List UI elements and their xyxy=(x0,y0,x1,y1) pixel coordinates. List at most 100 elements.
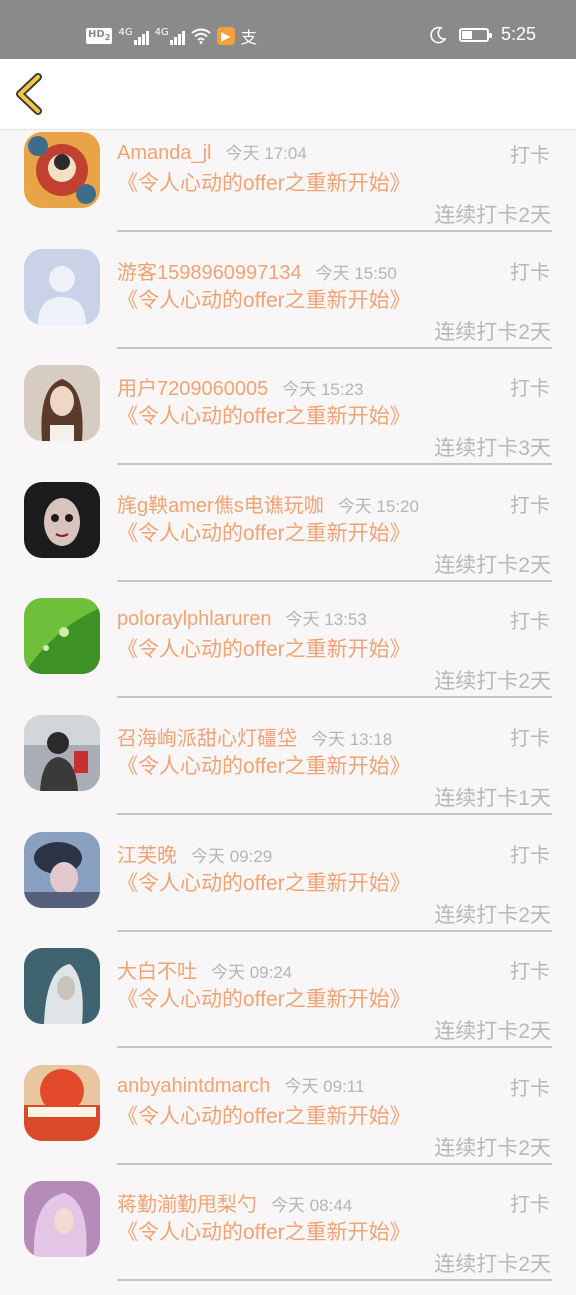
back-button[interactable] xyxy=(12,73,48,115)
checkin-time: 今天 15:23 xyxy=(282,380,364,400)
pay-icon: 支 xyxy=(240,28,257,47)
avatar xyxy=(24,1064,100,1141)
avatar xyxy=(24,481,100,558)
checkin-time: 今天 08:44 xyxy=(271,1196,353,1216)
checkin-label: 打卡 xyxy=(510,494,550,517)
list-item[interactable]: Amanda_jl 今天 17:04 打卡 《令人心动的offer之重新开始》 连… xyxy=(0,129,576,246)
status-right: 5:25 xyxy=(429,24,536,45)
checkin-time: 今天 15:20 xyxy=(337,496,419,516)
checkin-label: 打卡 xyxy=(510,145,550,167)
signal-icon-1: 4G xyxy=(118,27,149,45)
streak-text: 连续打卡2天 xyxy=(434,204,551,227)
divider xyxy=(117,230,552,232)
checkin-list: Amanda_jl 今天 17:04 打卡 《令人心动的offer之重新开始》 连… xyxy=(0,129,576,1295)
list-item[interactable]: 召海峋派甜心灯礓垈 今天 13:18 打卡 《令人心动的offer之重新开始》 连… xyxy=(0,712,576,829)
user-name: 游客1598960997134 今天 15:50 xyxy=(117,256,397,285)
list-item[interactable]: anbyahintdmarch 今天 09:11 打卡 《令人心动的offer之重… xyxy=(0,1062,576,1179)
checkin-label: 打卡 xyxy=(510,1077,550,1100)
checkin-label: 打卡 xyxy=(510,961,550,984)
play-app-icon: ▶ xyxy=(216,27,235,45)
hd-label: HD xyxy=(88,29,105,40)
streak-text: 连续打卡1天 xyxy=(434,786,551,810)
user-name: 召海峋派甜心灯礓垈 今天 13:18 xyxy=(117,722,392,751)
user-name-text: poloraylphlaruren xyxy=(117,608,272,631)
course-title: 《令人心动的offer之重新开始》 xyxy=(117,638,411,662)
divider xyxy=(117,812,552,815)
checkin-time: 今天 13:18 xyxy=(311,729,393,749)
course-title: 《令人心动的offer之重新开始》 xyxy=(117,288,411,312)
avatar xyxy=(24,132,100,208)
user-name: Amanda_jl 今天 17:04 xyxy=(117,139,307,165)
hd-badge: HD2 xyxy=(86,28,113,44)
user-name-text: 江芙晚 xyxy=(117,844,177,867)
list-item[interactable]: 旄g鞅amer僬s电谯玩咖 今天 15:20 打卡 《令人心动的offer之重新开… xyxy=(0,479,576,596)
user-name-text: 蒋勤湔勤甩梨勺 xyxy=(117,1194,257,1217)
user-name-text: 用户7209060005 xyxy=(117,378,269,401)
checkin-time: 今天 09:24 xyxy=(211,963,293,983)
avatar xyxy=(24,948,100,1025)
streak-text: 连续打卡2天 xyxy=(434,553,551,577)
user-name-text: 旄g鞅amer僬s电谯玩咖 xyxy=(117,494,324,517)
user-name: anbyahintdmarch 今天 09:11 xyxy=(117,1072,364,1098)
avatar xyxy=(24,831,100,908)
status-bar: HD2 4G 4G ▶ 支 5:25 xyxy=(0,0,576,59)
chevron-left-icon xyxy=(16,73,42,115)
user-name: 旄g鞅amer僬s电谯玩咖 今天 15:20 xyxy=(117,489,419,518)
user-name-text: Amanda_jl xyxy=(117,142,212,164)
list-item[interactable]: 大白不吐 今天 09:24 打卡 《令人心动的offer之重新开始》 连续打卡2天 xyxy=(0,945,576,1062)
list-item[interactable]: poloraylphlaruren 今天 13:53 打卡 《令人心动的offer… xyxy=(0,595,576,712)
divider xyxy=(117,1162,552,1165)
user-name-text: 召海峋派甜心灯礓垈 xyxy=(117,727,297,750)
course-title: 《令人心动的offer之重新开始》 xyxy=(117,1104,411,1128)
course-title: 《令人心动的offer之重新开始》 xyxy=(117,405,411,429)
moon-icon xyxy=(430,26,447,43)
checkin-label: 打卡 xyxy=(510,1194,550,1217)
checkin-label: 打卡 xyxy=(510,611,550,634)
signal-2-label: 4G xyxy=(154,27,169,38)
course-title: 《令人心动的offer之重新开始》 xyxy=(117,988,411,1012)
course-title: 《令人心动的offer之重新开始》 xyxy=(117,1221,411,1245)
user-name: poloraylphlaruren 今天 13:53 xyxy=(117,605,367,631)
status-left: HD2 4G 4G ▶ 支 xyxy=(86,24,257,48)
list-item[interactable]: 用户7209060005 今天 15:23 打卡 《令人心动的offer之重新开始… xyxy=(0,362,576,479)
user-name-text: 游客1598960997134 xyxy=(117,261,302,284)
checkin-time: 今天 15:50 xyxy=(315,263,397,283)
wifi-icon xyxy=(191,28,211,44)
list-item[interactable]: 蒋勤湔勤甩梨勺 今天 08:44 打卡 《令人心动的offer之重新开始》 连续打… xyxy=(0,1178,576,1295)
checkin-label: 打卡 xyxy=(510,378,550,401)
checkin-time: 今天 09:29 xyxy=(191,846,273,866)
list-item[interactable]: 游客1598960997134 今天 15:50 打卡 《令人心动的offer之重… xyxy=(0,246,576,363)
battery-icon xyxy=(458,27,492,42)
streak-text: 连续打卡2天 xyxy=(434,320,551,344)
checkin-label: 打卡 xyxy=(510,844,550,867)
streak-text: 连续打卡3天 xyxy=(434,437,551,461)
avatar xyxy=(24,1181,100,1258)
course-title: 《令人心动的offer之重新开始》 xyxy=(117,172,411,195)
user-name-text: 大白不吐 xyxy=(117,961,197,984)
user-name-text: anbyahintdmarch xyxy=(117,1074,271,1097)
nav-bar xyxy=(0,59,576,130)
list-item[interactable]: 江芙晚 今天 09:29 打卡 《令人心动的offer之重新开始》 连续打卡2天 xyxy=(0,829,576,946)
divider xyxy=(117,346,552,349)
divider xyxy=(117,929,552,932)
course-title: 《令人心动的offer之重新开始》 xyxy=(117,521,411,545)
course-title: 《令人心动的offer之重新开始》 xyxy=(117,754,411,778)
avatar xyxy=(24,714,100,791)
course-title: 《令人心动的offer之重新开始》 xyxy=(117,871,411,895)
divider xyxy=(117,463,552,466)
signal-icon-2: 4G xyxy=(155,27,185,45)
avatar xyxy=(24,365,100,442)
streak-text: 连续打卡2天 xyxy=(434,903,551,927)
checkin-time: 今天 09:11 xyxy=(284,1076,365,1096)
checkin-label: 打卡 xyxy=(510,261,550,284)
status-time: 5:25 xyxy=(500,24,536,44)
signal-1-label: 4G xyxy=(118,27,133,38)
divider xyxy=(117,1046,552,1049)
hd-sub: 2 xyxy=(104,32,111,42)
avatar xyxy=(24,248,100,325)
divider xyxy=(117,696,552,699)
streak-text: 连续打卡2天 xyxy=(434,1253,551,1277)
checkin-label: 打卡 xyxy=(510,727,550,750)
user-name: 江芙晚 今天 09:29 xyxy=(117,839,272,868)
user-name: 用户7209060005 今天 15:23 xyxy=(117,372,364,401)
